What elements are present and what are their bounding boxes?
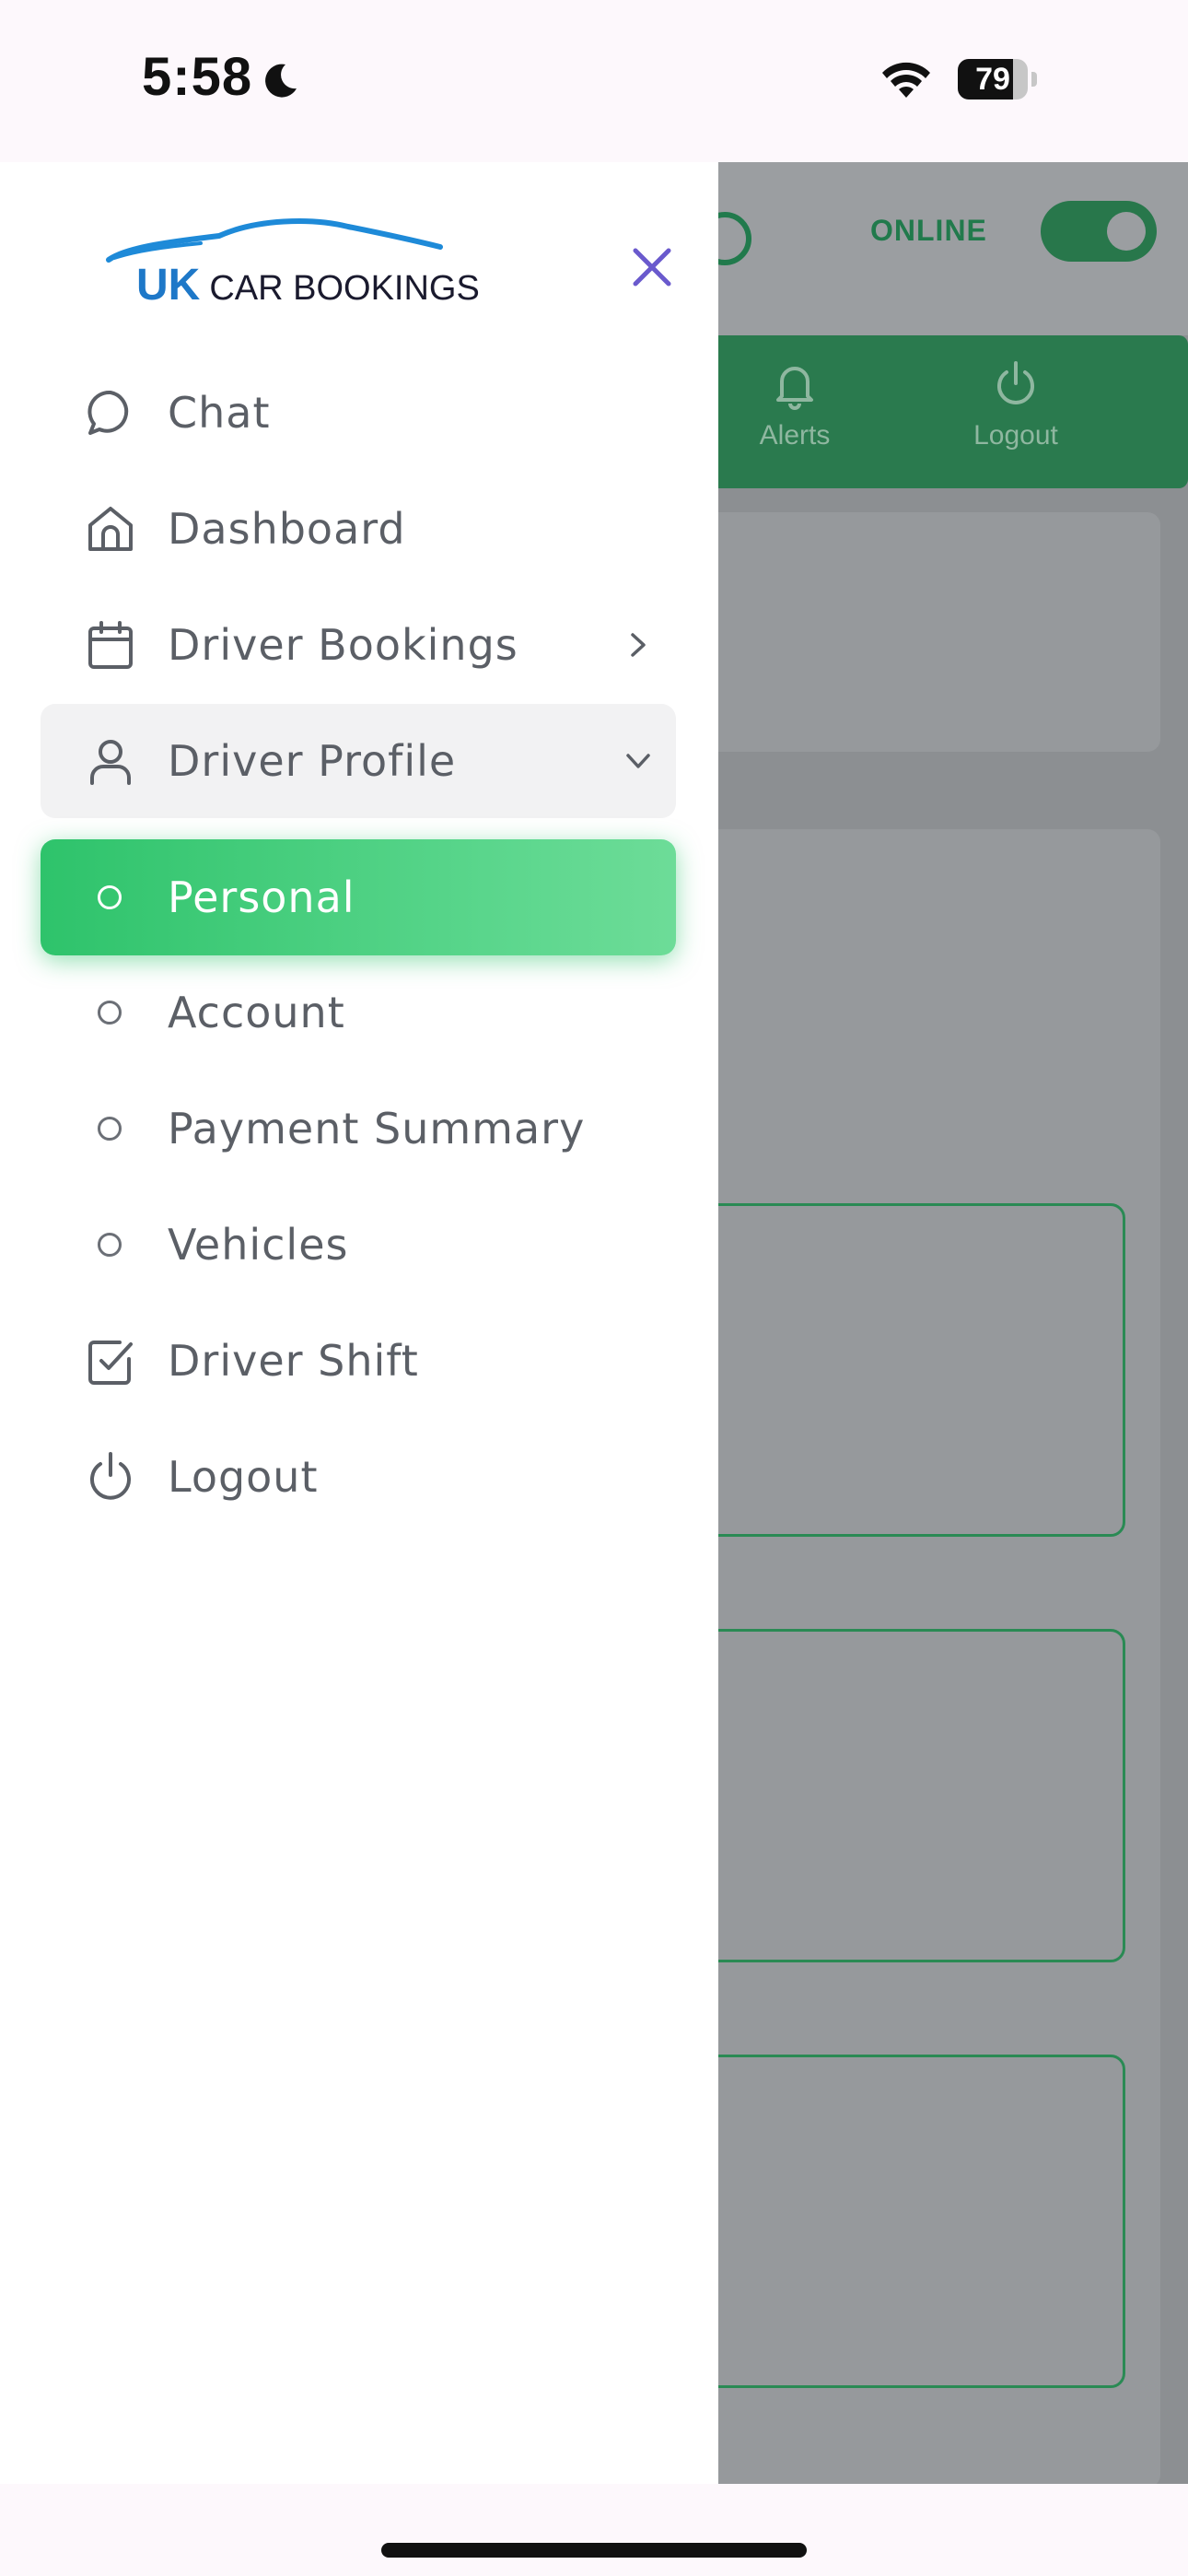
online-status-label: ONLINE <box>870 214 987 247</box>
chevron-right-icon <box>631 633 646 657</box>
nav-logout[interactable]: Logout <box>951 357 1080 451</box>
menu-item-label: Personal <box>168 872 355 922</box>
bullet-icon <box>98 1001 122 1025</box>
logo-brand-text: CAR BOOKINGS <box>209 269 480 308</box>
close-icon <box>633 248 671 287</box>
chat-bubble-icon <box>87 390 129 435</box>
power-icon <box>997 361 1034 404</box>
background-field <box>718 1629 1125 1962</box>
menu-item-driver-bookings[interactable]: Driver Bookings <box>41 594 676 696</box>
wifi-icon <box>882 62 930 98</box>
nav-logout-label: Logout <box>973 420 1058 451</box>
side-drawer: UK CAR BOOKINGS Chat Dashboard Driver Bo… <box>0 162 718 2484</box>
menu-item-label: Dashboard <box>168 504 406 554</box>
background-card <box>718 512 1160 752</box>
menu-item-dashboard[interactable]: Dashboard <box>41 478 676 580</box>
menu-item-label: Driver Profile <box>168 736 457 786</box>
menu-item-label: Chat <box>168 388 271 438</box>
home-icon <box>88 507 133 551</box>
app-logo: UK CAR BOOKINGS <box>99 214 480 315</box>
menu-item-vehicles[interactable]: Vehicles <box>41 1194 676 1295</box>
background-nav-bar: Alerts Logout <box>718 335 1188 488</box>
online-toggle[interactable] <box>1041 201 1157 262</box>
nav-alerts[interactable]: Alerts <box>730 357 859 451</box>
chat-icon <box>718 212 751 265</box>
menu-item-label: Account <box>168 988 345 1037</box>
close-drawer-button[interactable] <box>626 241 678 293</box>
background-app-overlay[interactable]: ONLINE Alerts Logout <box>718 162 1188 2484</box>
menu-item-driver-profile[interactable]: Driver Profile <box>41 704 676 818</box>
menu-item-personal[interactable]: Personal <box>41 839 676 955</box>
menu-item-label: Driver Bookings <box>168 620 518 670</box>
calendar-icon <box>88 621 133 669</box>
menu-item-chat[interactable]: Chat <box>41 362 676 463</box>
menu-item-driver-shift[interactable]: Driver Shift <box>41 1310 676 1411</box>
bullet-icon <box>98 1233 122 1257</box>
status-bar: 5:58 79 <box>0 0 1188 162</box>
bell-icon <box>776 367 813 410</box>
moon-icon <box>265 64 297 98</box>
menu-item-label: Vehicles <box>168 1220 349 1270</box>
background-field <box>718 1203 1125 1537</box>
status-time: 5:58 <box>142 47 253 107</box>
chevron-down-icon <box>626 754 650 768</box>
checkbox-icon <box>88 1341 133 1385</box>
menu-item-payment-summary[interactable]: Payment Summary <box>41 1078 676 1179</box>
battery-percent: 79 <box>975 62 1010 97</box>
menu-item-account[interactable]: Account <box>41 962 676 1063</box>
battery-indicator: 79 <box>958 59 1039 100</box>
background-field <box>718 2055 1125 2388</box>
logo-uk-text: UK <box>136 261 201 310</box>
home-indicator[interactable] <box>381 2543 807 2558</box>
menu-item-logout[interactable]: Logout <box>41 1426 676 1528</box>
bullet-icon <box>98 1117 122 1141</box>
nav-alerts-label: Alerts <box>759 420 831 451</box>
background-header: ONLINE <box>718 162 1188 335</box>
power-icon <box>90 1452 131 1500</box>
menu-item-label: Payment Summary <box>168 1104 586 1153</box>
menu-item-label: Logout <box>168 1452 319 1502</box>
bullet-icon <box>98 885 122 909</box>
user-icon <box>90 740 131 785</box>
menu-item-label: Driver Shift <box>168 1336 419 1386</box>
